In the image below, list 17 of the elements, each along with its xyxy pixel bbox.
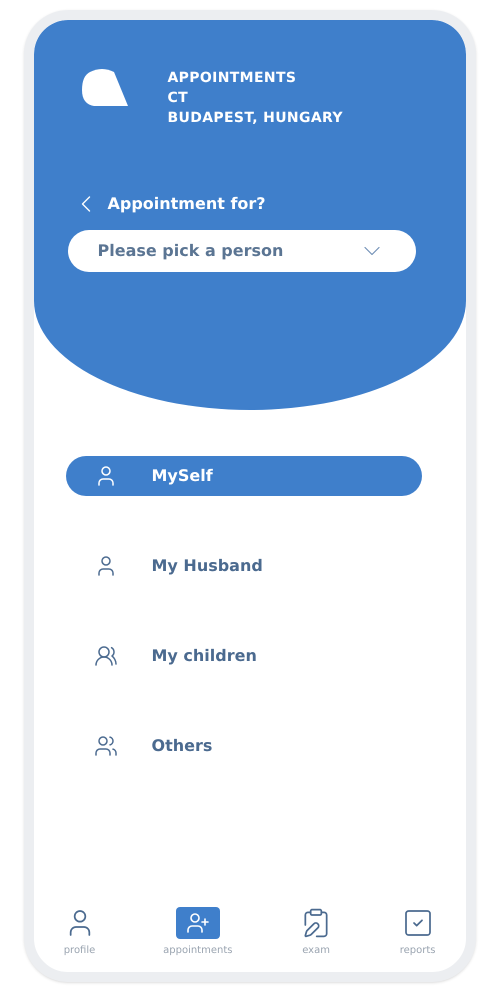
nav-tab[interactable]: profile [64, 907, 96, 958]
nav-tab[interactable]: appointments [163, 907, 232, 958]
header-text: CT [168, 89, 190, 108]
people-icon [94, 644, 118, 668]
question-title: Appointment for? [108, 193, 266, 215]
logo-icon [82, 68, 128, 106]
person-option[interactable]: Others [66, 726, 422, 766]
person-option[interactable]: My children [66, 636, 422, 676]
header-text: BUDAPEST, HUNGARY [168, 109, 343, 128]
person-picker[interactable]: Please pick a person [68, 230, 416, 272]
nav-tab[interactable]: reports [400, 907, 436, 958]
header-text: APPOINTMENTS [168, 69, 298, 88]
two-people-icon [94, 734, 118, 758]
nav-tab[interactable]: exam [300, 907, 332, 958]
person-option[interactable]: My Husband [66, 546, 422, 586]
person-option[interactable]: MySelf [66, 456, 422, 496]
add-person-icon [176, 907, 220, 939]
